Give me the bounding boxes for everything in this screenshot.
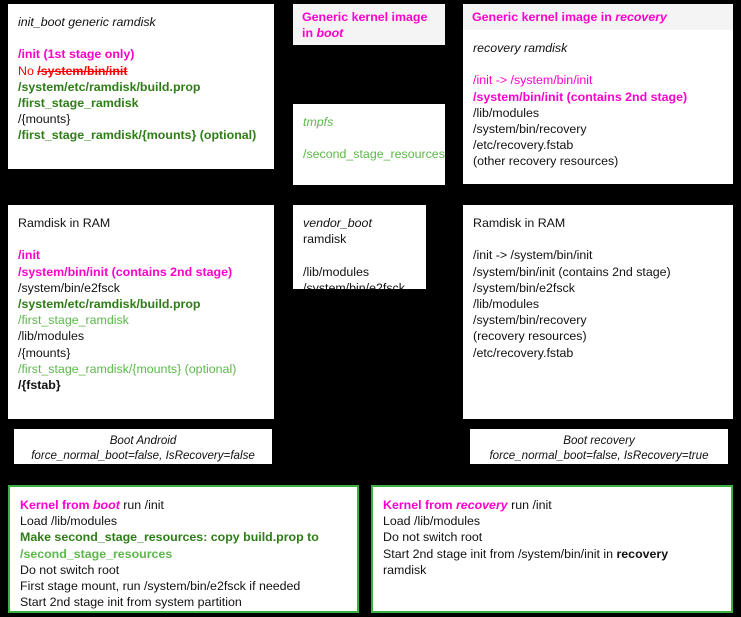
kernel-recovery-l1-post: run /init [507, 498, 552, 512]
kernel-boot-line-2: Load /lib/modules [20, 514, 118, 529]
gki-boot-body-box: tmpfs /second_stage_resources/system/etc… [293, 104, 445, 185]
gki-recovery-line-3: /system/bin/recovery [473, 122, 587, 136]
tmpfs-heading: tmpfs [303, 115, 334, 129]
ramdisk-left-line-5: /lib/modules [18, 329, 85, 344]
kernel-boot-line-4: Do not switch root [20, 562, 120, 577]
boot-android-line-2: force_normal_boot=false, IsRecovery=fals… [31, 449, 255, 462]
ramdisk-left-line-0: /init [18, 248, 41, 263]
gki-recovery-body: recovery ramdisk /init -> /system/bin/in… [463, 30, 733, 178]
kernel-boot-line-3b: /second_stage_resources [20, 546, 173, 561]
ramdisk-left-line-4: /first_stage_ramdisk [18, 313, 129, 328]
ramdisk-right-line-5: (recovery resources) [473, 329, 587, 344]
boot-recovery-line-1: Boot recovery [563, 434, 635, 447]
boot-android-banner: Boot Android force_normal_boot=false, Is… [14, 429, 272, 464]
ramdisk-right-line-4: /system/bin/recovery [473, 313, 587, 328]
ramdisk-right-heading: Ramdisk in RAM [473, 216, 566, 230]
boot-android-line-1: Boot Android [109, 434, 177, 447]
kernel-boot-line-1: Kernel from boot run /init [20, 497, 347, 513]
second-stage-resources-path: /second_stage_resources/system/etc/ramdi… [303, 147, 445, 162]
kernel-recovery-line-1: Kernel from recovery run /init [383, 497, 721, 513]
kernel-boot-l1-em: boot [92, 498, 120, 512]
ramdisk-right-line-1: /system/bin/init (contains 2nd stage) [473, 264, 671, 279]
kernel-recovery-line-3: Do not switch root [383, 530, 483, 545]
init-boot-ramdisk-box: init_boot generic ramdisk /init (1st sta… [8, 4, 274, 169]
gki-recovery-line-2: /lib/modules [473, 105, 540, 120]
kernel-recovery-l4-em: recovery [616, 546, 669, 561]
struck-path: /system/bin/init [37, 63, 128, 78]
init-boot-line-3: /system/etc/ramdisk/build.prop [18, 79, 201, 94]
ramdisk-right-line-0: /init -> /system/bin/init [473, 248, 593, 263]
kernel-boot-l1-pre: Kernel from [20, 498, 93, 512]
gki-recovery-header-pre: Generic kernel image in [472, 10, 616, 24]
init-boot-heading: init_boot generic ramdisk [18, 15, 156, 29]
kernel-recovery-l4-pre: Start 2nd stage init from /system/bin/in… [383, 546, 617, 561]
ramdisk-left-line-1: /system/bin/init (contains 2nd stage) [18, 264, 233, 279]
gki-recovery-line-5: (other recovery resources) [473, 154, 619, 169]
ramdisk-right-line-3: /lib/modules [473, 297, 540, 311]
ramdisk-left-heading: Ramdisk in RAM [18, 216, 111, 230]
ramdisk-left-line-7: /first_stage_ramdisk/{mounts} (optional) [18, 361, 237, 376]
init-boot-line-1: No /system/bin/init [18, 63, 264, 79]
ramdisk-in-ram-right-box: Ramdisk in RAM /init -> /system/bin/init… [463, 205, 733, 419]
kernel-boot-line-6: Start 2nd stage init from system partiti… [20, 595, 242, 610]
gki-recovery-line-0: /init -> /system/bin/init [473, 73, 593, 88]
kernel-recovery-line-5: ramdisk [383, 562, 427, 577]
kernel-from-recovery-box: Kernel from recovery run /init Load /lib… [371, 485, 733, 613]
kernel-recovery-line-2: Load /lib/modules [383, 514, 481, 529]
init-boot-line-4: /first_stage_ramdisk [18, 96, 139, 110]
gki-recovery-line-4: /etc/recovery.fstab [473, 138, 574, 153]
gki-recovery-line-1: /system/bin/init (contains 2nd stage) [473, 89, 688, 104]
kernel-from-boot-box: Kernel from boot run /init Load /lib/mod… [8, 485, 359, 613]
vendor-boot-line-0: /lib/modules [303, 264, 370, 279]
vendor-boot-line-1: /system/bin/e2fsck [303, 280, 405, 289]
kernel-recovery-line-4: Start 2nd stage init from /system/bin/in… [383, 546, 721, 562]
kernel-boot-line-5: First stage mount, run /system/bin/e2fsc… [20, 579, 301, 594]
ramdisk-right-line-6: /etc/recovery.fstab [473, 345, 574, 360]
vendor-boot-heading-em: vendor_boot [303, 216, 372, 230]
gki-recovery-header: Generic kernel image in recovery [463, 4, 733, 30]
gki-recovery-header-em: recovery [615, 10, 667, 24]
ramdisk-left-line-8: /{fstab} [18, 378, 61, 393]
boot-recovery-banner: Boot recovery force_normal_boot=false, I… [470, 429, 728, 464]
kernel-boot-line-3a: Make second_stage_resources: copy build.… [20, 530, 319, 545]
ramdisk-in-ram-left-box: Ramdisk in RAM /init /system/bin/init (c… [8, 205, 274, 419]
boot-recovery-line-2: force_normal_boot=false, IsRecovery=true [489, 449, 709, 462]
vendor-boot-heading: vendor_boot ramdisk [303, 215, 416, 247]
init-boot-line-6: /first_stage_ramdisk/{mounts} (optional) [18, 128, 257, 143]
vendor-boot-ramdisk-box: vendor_boot ramdisk /lib/modules /system… [293, 205, 426, 289]
ramdisk-left-line-2: /system/bin/e2fsck [18, 280, 120, 295]
kernel-recovery-l1-em: recovery [455, 498, 508, 512]
ramdisk-left-line-6: /{mounts} [18, 345, 71, 360]
no-prefix: No [18, 63, 38, 78]
kernel-recovery-l1-pre: Kernel from [383, 498, 456, 512]
gki-boot-header-em: boot [316, 26, 344, 40]
init-boot-line-0: /init (1st stage only) [18, 47, 135, 62]
kernel-boot-l1-post: run /init [119, 498, 164, 512]
init-boot-line-5: /{mounts} [18, 112, 71, 127]
ramdisk-right-line-2: /system/bin/e2fsck [473, 280, 575, 295]
recovery-ramdisk-heading: recovery ramdisk [473, 41, 568, 55]
ramdisk-left-line-3: /system/etc/ramdisk/build.prop [18, 297, 201, 311]
gki-boot-header-box: Generic kernel image in boot [293, 4, 445, 45]
gki-recovery-box: Generic kernel image in recovery recover… [463, 4, 733, 184]
